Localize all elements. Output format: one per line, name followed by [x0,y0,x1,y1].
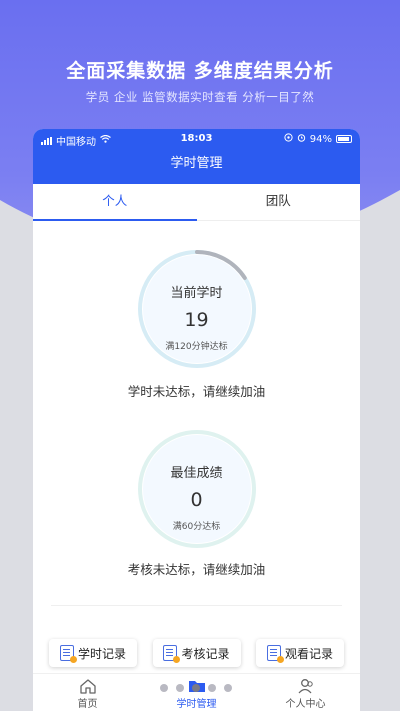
page-dot[interactable] [160,684,168,692]
status-bar: 中国移动 18:03 94% [33,129,360,148]
user-center-icon [251,677,360,695]
current-hours-value: 19 [184,309,209,331]
bottom-nav-hours[interactable]: 学时管理 [142,674,251,711]
divider [51,605,342,606]
current-hours-label: 当前学时 [170,286,223,301]
exam-record-icon [163,645,181,663]
page-dot[interactable] [176,684,184,692]
page-indicator [160,684,232,692]
nav-title: 学时管理 [33,148,360,184]
promo-title: 全面采集数据 多维度结果分析 [66,60,334,82]
bottom-nav: 首页 学时管理 个人中心 [33,673,360,711]
watch-record-label: 观看记录 [284,646,333,661]
best-score-ring: 最佳成绩 0 满60分达标 [135,427,259,551]
home-icon [33,677,142,695]
watch-record-icon [266,645,284,663]
study-record-icon [59,645,77,663]
best-score-note: 满60分达标 [172,522,221,532]
best-score-label: 最佳成绩 [170,466,223,481]
page-dot-active[interactable] [192,684,200,692]
tab-personal[interactable]: 个人 [33,184,197,220]
bottom-nav-home-label: 首页 [77,699,98,710]
battery-percent: 94% [309,133,332,145]
current-hours-ring: 当前学时 19 满120分钟达标 [135,247,259,371]
alarm-icon [297,133,306,145]
exam-record-button[interactable]: 考核记录 [152,639,241,667]
bottom-nav-profile[interactable]: 个人中心 [251,674,360,711]
battery-icon [336,135,352,143]
exam-status-message: 考核未达标，请继续加油 [127,562,266,577]
bottom-nav-profile-label: 个人中心 [285,699,326,710]
hours-status-message: 学时未达标，请继续加油 [127,384,266,399]
best-score-value: 0 [190,489,203,511]
bottom-nav-hours-label: 学时管理 [176,699,217,710]
study-record-button[interactable]: 学时记录 [49,639,137,667]
tab-team[interactable]: 团队 [197,184,361,220]
study-record-label: 学时记录 [77,646,126,661]
page-dot[interactable] [224,684,232,692]
exam-record-label: 考核记录 [181,646,230,661]
watch-record-button[interactable]: 观看记录 [256,639,344,667]
tab-bar: 个人 团队 [33,184,360,221]
bottom-nav-home[interactable]: 首页 [33,674,142,711]
page-dot[interactable] [208,684,216,692]
lock-rotation-icon [284,133,293,145]
tab-indicator [33,219,197,221]
phone-screen: 中国移动 18:03 94% 学时管理 个人 团队 当前学时 19 满120分钟… [33,129,360,711]
record-actions: 学时记录 考核记录 观看记录 [33,639,360,667]
current-hours-note: 满120分钟达标 [165,342,228,352]
promo-subtitle: 学员 企业 监管数据实时查看 分析一目了然 [85,90,315,104]
